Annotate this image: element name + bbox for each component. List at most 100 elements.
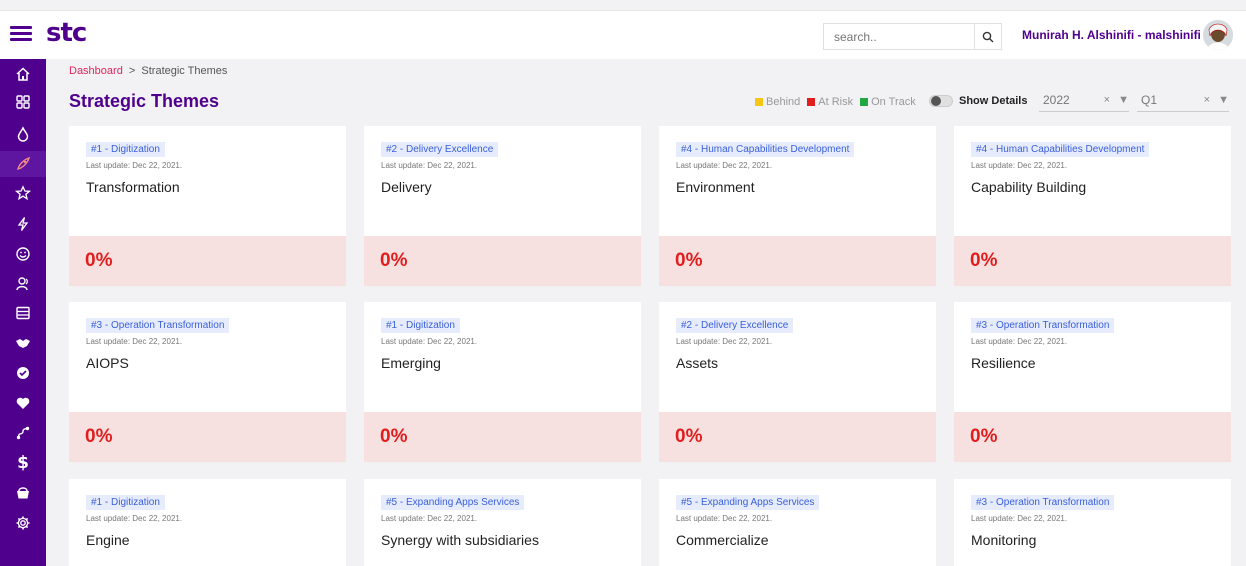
progress-percent: 0%: [85, 250, 113, 271]
theme-name: AIOPS: [86, 355, 129, 371]
sidebar-item-heart[interactable]: [0, 390, 46, 416]
last-update: Last update: Dec 22, 2021.: [971, 337, 1068, 346]
theme-card[interactable]: #2 - Delivery Excellence Last update: De…: [659, 302, 936, 462]
home-icon: [16, 67, 30, 81]
year-value: 2022: [1043, 92, 1070, 107]
clear-year-icon[interactable]: ×: [1104, 94, 1110, 106]
progress-percent: 0%: [675, 250, 703, 271]
drop-icon: [17, 126, 29, 142]
user-name[interactable]: Munirah H. Alshinifi - malshinifi: [1022, 28, 1201, 42]
quarter-select[interactable]: Q1 × ▼: [1137, 88, 1229, 112]
basket-icon: [17, 487, 29, 499]
theme-tag: #3 - Operation Transformation: [971, 495, 1115, 510]
sidebar-item-star[interactable]: [0, 180, 46, 206]
sidebar-item-list[interactable]: [0, 300, 46, 326]
menu-icon[interactable]: [10, 23, 32, 45]
theme-name: Monitoring: [971, 532, 1037, 548]
last-update: Last update: Dec 22, 2021.: [676, 337, 773, 346]
settings-icon: [16, 516, 30, 530]
heart-icon: [16, 397, 30, 409]
theme-card[interactable]: #3 - Operation Transformation Last updat…: [954, 479, 1231, 566]
sidebar-item-handshake[interactable]: [0, 330, 46, 356]
theme-card[interactable]: #4 - Human Capabilities Development Last…: [659, 126, 936, 286]
year-select[interactable]: 2022 × ▼: [1039, 88, 1129, 112]
sidebar-item-home[interactable]: [0, 61, 46, 87]
theme-card[interactable]: #3 - Operation Transformation Last updat…: [954, 302, 1231, 462]
list-icon: [16, 306, 30, 320]
theme-name: Commercialize: [676, 532, 769, 548]
legend-at-risk: At Risk: [807, 96, 853, 108]
star-icon: [15, 185, 31, 201]
theme-name: Transformation: [86, 179, 180, 195]
sidebar-item-dashboard[interactable]: [0, 89, 46, 115]
last-update: Last update: Dec 22, 2021.: [86, 337, 183, 346]
progress-percent: 0%: [85, 426, 113, 447]
search-button[interactable]: [974, 23, 1002, 50]
theme-tag: #2 - Delivery Excellence: [676, 318, 794, 333]
page-title: Strategic Themes: [69, 91, 220, 111]
theme-tag: #1 - Digitization: [86, 142, 165, 157]
progress-percent: 0%: [380, 426, 408, 447]
users-icon: [16, 277, 28, 291]
rocket-icon: [17, 156, 31, 170]
sidebar-item-settings[interactable]: [0, 510, 46, 536]
search-icon: [982, 31, 994, 42]
theme-name: Assets: [676, 355, 719, 371]
last-update: Last update: Dec 22, 2021.: [381, 161, 478, 170]
smiley-icon: [16, 247, 30, 261]
theme-card[interactable]: #4 - Human Capabilities Development Last…: [954, 126, 1231, 286]
last-update: Last update: Dec 22, 2021.: [971, 514, 1068, 523]
legend-label: On Track: [871, 96, 916, 108]
progress-percent: 0%: [675, 426, 703, 447]
theme-tag: #3 - Operation Transformation: [86, 318, 230, 333]
quarter-value: Q1: [1141, 92, 1158, 107]
clear-quarter-icon[interactable]: ×: [1204, 94, 1210, 106]
theme-card[interactable]: #1 - Digitization Last update: Dec 22, 2…: [364, 302, 641, 462]
last-update: Last update: Dec 22, 2021.: [381, 514, 478, 523]
dollar-icon: $: [17, 453, 29, 473]
check-circle-icon: [17, 367, 29, 379]
last-update: Last update: Dec 22, 2021.: [86, 161, 183, 170]
progress-percent: 0%: [970, 250, 998, 271]
handshake-icon: [16, 339, 30, 348]
sidebar: $: [0, 59, 46, 566]
grid-icon: [16, 95, 30, 109]
progress-percent: 0%: [970, 426, 998, 447]
theme-card[interactable]: #5 - Expanding Apps Services Last update…: [659, 479, 936, 566]
theme-name: Emerging: [381, 355, 441, 371]
theme-card[interactable]: #3 - Operation Transformation Last updat…: [69, 302, 346, 462]
search-input[interactable]: [823, 23, 975, 50]
avatar[interactable]: [1203, 20, 1233, 50]
theme-name: Resilience: [971, 355, 1036, 371]
sidebar-item-users[interactable]: [0, 271, 46, 297]
chevron-down-icon[interactable]: ▼: [1118, 94, 1129, 106]
sidebar-item-drop[interactable]: [0, 121, 46, 147]
theme-card[interactable]: #2 - Delivery Excellence Last update: De…: [364, 126, 641, 286]
theme-tag: #4 - Human Capabilities Development: [971, 142, 1150, 157]
sidebar-item-check[interactable]: [0, 360, 46, 386]
theme-tag: #5 - Expanding Apps Services: [676, 495, 820, 510]
theme-card[interactable]: #1 - Digitization Last update: Dec 22, 2…: [69, 126, 346, 286]
sidebar-item-route[interactable]: [0, 420, 46, 446]
show-details-toggle[interactable]: [929, 95, 953, 107]
theme-tag: #5 - Expanding Apps Services: [381, 495, 525, 510]
legend-behind: Behind: [755, 96, 800, 108]
chevron-down-icon[interactable]: ▼: [1218, 94, 1229, 106]
last-update: Last update: Dec 22, 2021.: [86, 514, 183, 523]
sidebar-item-basket[interactable]: [0, 480, 46, 506]
theme-card[interactable]: #1 - Digitization Last update: Dec 22, 2…: [69, 479, 346, 566]
breadcrumb-separator: >: [128, 65, 136, 77]
breadcrumb-dashboard-link[interactable]: Dashboard: [69, 65, 123, 77]
theme-tag: #1 - Digitization: [86, 495, 165, 510]
theme-card[interactable]: #5 - Expanding Apps Services Last update…: [364, 479, 641, 566]
sidebar-item-strategic-themes[interactable]: [0, 151, 46, 177]
sidebar-item-smiley[interactable]: [0, 241, 46, 267]
legend-on-track: On Track: [860, 96, 916, 108]
theme-name: Delivery: [381, 179, 432, 195]
progress-percent: 0%: [380, 250, 408, 271]
sidebar-item-bolt[interactable]: [0, 211, 46, 237]
stc-logo[interactable]: stc: [46, 18, 87, 48]
sidebar-item-dollar[interactable]: $: [0, 450, 46, 476]
theme-tag: #2 - Delivery Excellence: [381, 142, 499, 157]
theme-name: Synergy with subsidiaries: [381, 532, 539, 548]
